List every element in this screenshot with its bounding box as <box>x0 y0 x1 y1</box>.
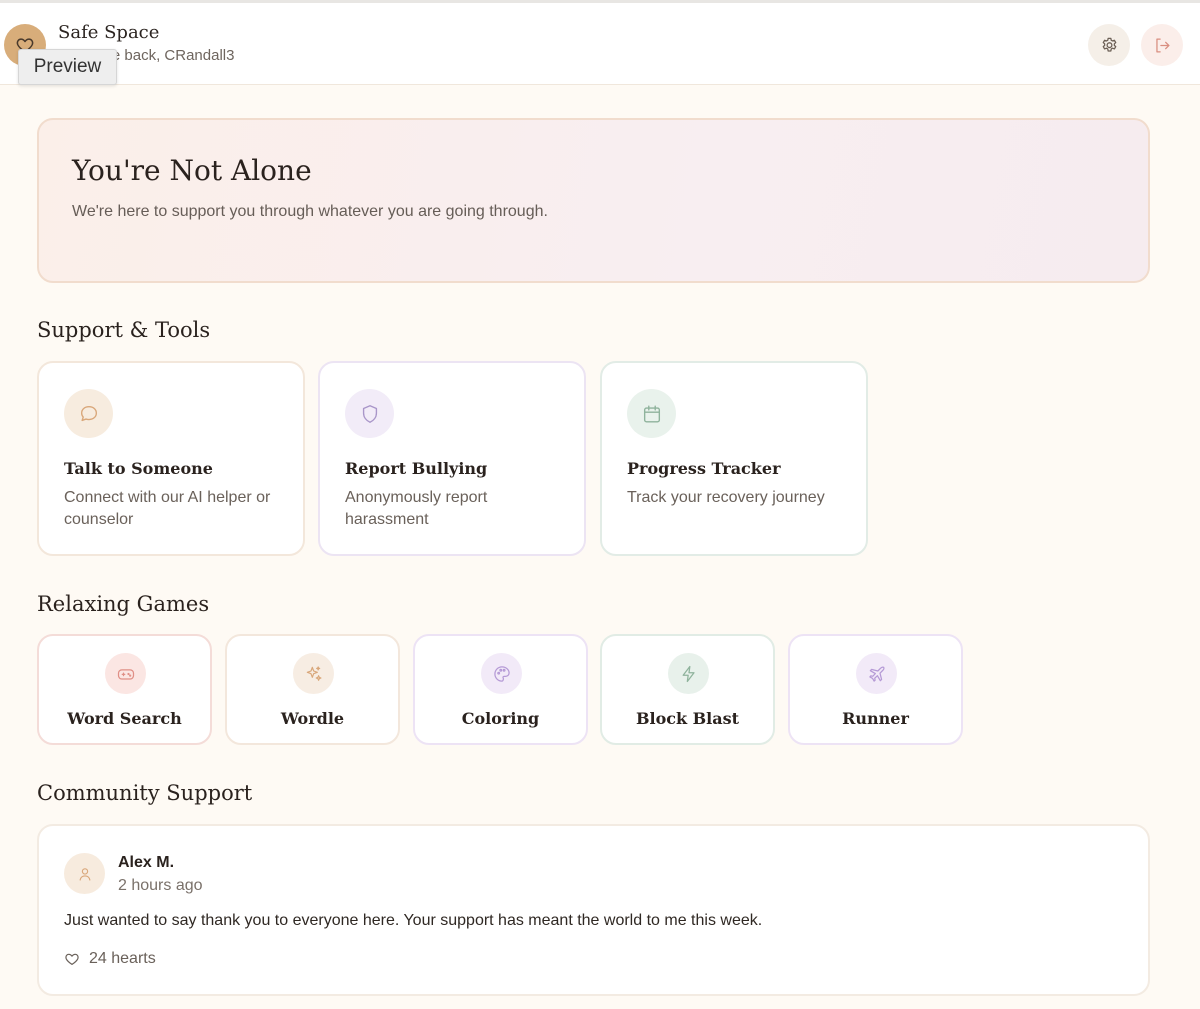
runner-game[interactable]: Runner <box>788 634 963 745</box>
relaxing-games-heading: Relaxing Games <box>37 592 210 616</box>
app-title: Safe Space <box>58 22 160 43</box>
game-label: Block Blast <box>635 709 740 728</box>
calendar-icon <box>643 405 660 422</box>
game-icon-bg <box>856 653 897 694</box>
word-search-game[interactable]: Word Search <box>37 634 212 745</box>
support-tools-heading: Support & Tools <box>37 318 211 342</box>
preview-tooltip: Preview <box>18 49 117 85</box>
app-header: Safe Space Welcome back, CRandall3 <box>0 3 1200 85</box>
post-timestamp: 2 hours ago <box>118 877 203 894</box>
avatar[interactable] <box>64 853 105 894</box>
tool-title: Report Bullying <box>345 459 488 478</box>
game-label: Coloring <box>461 709 540 728</box>
report-bullying-card[interactable]: Report Bullying Anonymously report haras… <box>318 361 586 556</box>
plane-icon <box>868 666 884 682</box>
coloring-game[interactable]: Coloring <box>413 634 588 745</box>
game-icon-bg <box>293 653 334 694</box>
tool-description: Track your recovery journey <box>627 489 825 506</box>
game-icon-bg <box>481 653 522 694</box>
post-text: Just wanted to say thank you to everyone… <box>64 912 763 929</box>
game-icon-bg <box>105 653 146 694</box>
game-label: Runner <box>842 709 909 728</box>
sparkles-icon <box>306 665 321 681</box>
hero-banner: You're Not Alone We're here to support y… <box>37 118 1150 283</box>
community-support-heading: Community Support <box>37 781 253 805</box>
settings-button[interactable] <box>1088 24 1130 66</box>
logout-icon <box>1155 38 1169 52</box>
tool-title: Progress Tracker <box>627 459 781 478</box>
lightning-icon <box>682 665 695 682</box>
tool-description: Connect with our AI helper or counselor <box>64 489 271 528</box>
wordle-game[interactable]: Wordle <box>225 634 400 745</box>
tool-icon-bg <box>627 389 676 438</box>
logout-button[interactable] <box>1141 24 1183 66</box>
tool-title: Talk to Someone <box>64 459 213 478</box>
hero-subtitle: We're here to support you through whatev… <box>72 203 548 220</box>
hero-title: You're Not Alone <box>72 154 312 187</box>
post-author: Alex M. <box>118 854 175 871</box>
heart-count: 24 hearts <box>89 950 156 967</box>
game-icon-bg <box>668 653 709 694</box>
heart-button[interactable]: 24 hearts <box>64 950 156 968</box>
community-post: Alex M. 2 hours ago Just wanted to say t… <box>37 824 1150 996</box>
user-icon <box>79 867 90 881</box>
progress-tracker-card[interactable]: Progress Tracker Track your recovery jou… <box>600 361 868 556</box>
tool-icon-bg <box>345 389 394 438</box>
game-label: Wordle <box>280 709 345 728</box>
tool-description: Anonymously report harassment <box>345 489 488 528</box>
tool-icon-bg <box>64 389 113 438</box>
heart-icon <box>65 953 79 965</box>
block-blast-game[interactable]: Block Blast <box>600 634 775 745</box>
game-label: Word Search <box>67 709 182 728</box>
palette-icon <box>493 665 510 682</box>
shield-icon <box>362 404 377 423</box>
talk-to-someone-card[interactable]: Talk to Someone Connect with our AI help… <box>37 361 305 556</box>
gear-icon <box>1102 37 1116 52</box>
gamepad-icon <box>117 668 134 680</box>
chat-bubble-icon <box>80 405 97 421</box>
